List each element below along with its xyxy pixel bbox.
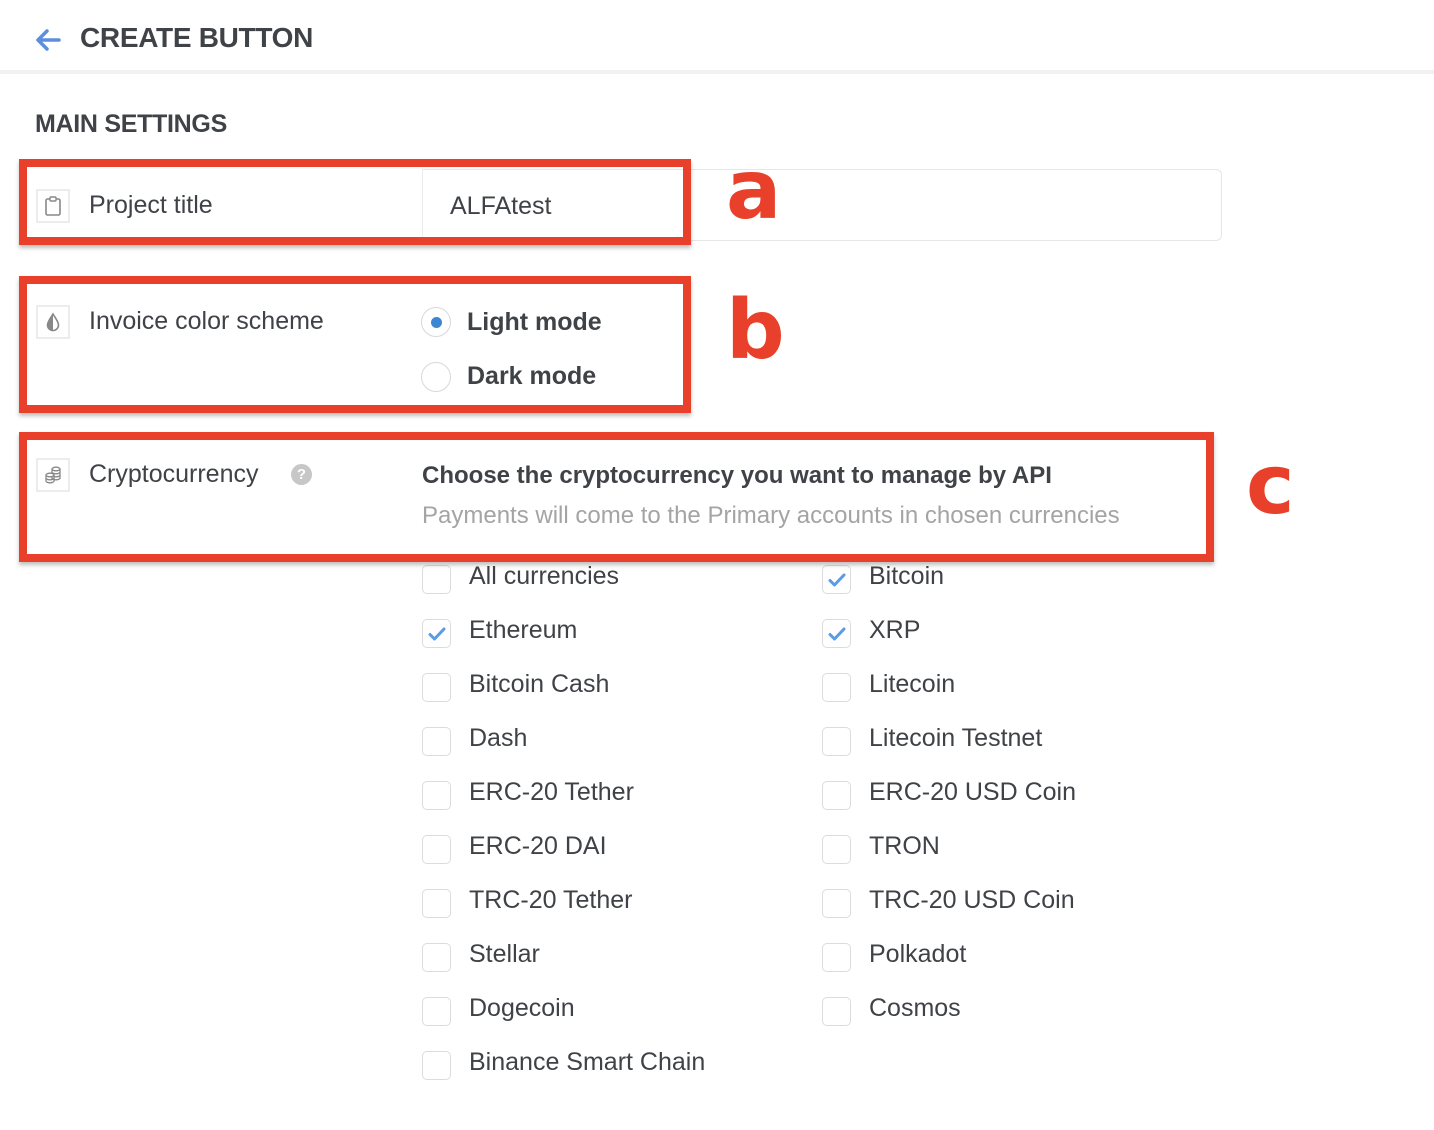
- currency-checkbox[interactable]: [422, 619, 451, 648]
- currency-checkbox[interactable]: [422, 781, 451, 810]
- crypto-heading: Choose the cryptocurrency you want to ma…: [422, 462, 1052, 489]
- currency-label[interactable]: Binance Smart Chain: [469, 1048, 705, 1077]
- currency-checkbox[interactable]: [822, 781, 851, 810]
- annotation-label-a: a: [726, 143, 782, 238]
- checkmark-icon: [828, 627, 846, 641]
- currency-label[interactable]: Stellar: [469, 940, 540, 969]
- page-header: CREATE BUTTON: [0, 0, 1434, 74]
- currency-label[interactable]: Bitcoin: [869, 562, 944, 591]
- color-scheme-label: Invoice color scheme: [89, 307, 324, 335]
- clipboard-icon: [36, 189, 70, 223]
- currency-label[interactable]: XRP: [869, 616, 920, 645]
- section-title: MAIN SETTINGS: [35, 110, 227, 138]
- currency-checkbox[interactable]: [422, 943, 451, 972]
- currency-checkbox[interactable]: [822, 565, 851, 594]
- currency-checkbox[interactable]: [422, 565, 451, 594]
- currency-checkbox[interactable]: [822, 835, 851, 864]
- coins-stack-icon: [36, 458, 70, 492]
- currency-checkbox[interactable]: [822, 997, 851, 1026]
- dark-mode-radio[interactable]: [421, 362, 451, 392]
- contrast-drop-icon: [36, 305, 70, 339]
- checkmark-icon: [828, 573, 846, 587]
- currency-checkbox[interactable]: [822, 673, 851, 702]
- annotation-box-c: [19, 432, 1214, 562]
- currency-label[interactable]: Dogecoin: [469, 994, 575, 1023]
- question-circle-icon[interactable]: ?: [291, 464, 312, 485]
- currency-checkbox[interactable]: [422, 889, 451, 918]
- currency-checkbox[interactable]: [422, 1051, 451, 1080]
- currency-checkbox[interactable]: [822, 889, 851, 918]
- project-title-input[interactable]: [450, 188, 1190, 224]
- currency-checkbox[interactable]: [422, 997, 451, 1026]
- currency-label[interactable]: ERC-20 DAI: [469, 832, 607, 861]
- crypto-subheading: Payments will come to the Primary accoun…: [422, 502, 1120, 529]
- currency-label[interactable]: TRC-20 USD Coin: [869, 886, 1075, 915]
- annotation-label-b: b: [726, 283, 785, 378]
- light-mode-label[interactable]: Light mode: [467, 308, 602, 337]
- page-title: CREATE BUTTON: [80, 22, 314, 53]
- currency-checkbox[interactable]: [822, 943, 851, 972]
- currency-label[interactable]: Ethereum: [469, 616, 577, 645]
- annotation-box-b: [19, 276, 691, 413]
- currency-label[interactable]: Bitcoin Cash: [469, 670, 609, 699]
- currency-label[interactable]: Litecoin Testnet: [869, 724, 1042, 753]
- arrow-left-icon: [36, 29, 61, 51]
- currency-checkbox[interactable]: [422, 673, 451, 702]
- currency-label[interactable]: Polkadot: [869, 940, 966, 969]
- checkmark-icon: [428, 627, 446, 641]
- cryptocurrency-label: Cryptocurrency: [89, 460, 259, 488]
- currency-label[interactable]: TRC-20 Tether: [469, 886, 633, 915]
- currency-checkbox[interactable]: [822, 727, 851, 756]
- currency-label[interactable]: ERC-20 Tether: [469, 778, 634, 807]
- currency-checkbox[interactable]: [422, 727, 451, 756]
- annotation-label-c: c: [1246, 438, 1295, 533]
- light-mode-radio[interactable]: [421, 307, 451, 337]
- currency-label[interactable]: Dash: [469, 724, 527, 753]
- currency-label[interactable]: Litecoin: [869, 670, 955, 699]
- back-button[interactable]: [32, 24, 64, 56]
- currency-checkbox[interactable]: [822, 619, 851, 648]
- dark-mode-label[interactable]: Dark mode: [467, 362, 596, 391]
- project-title-label: Project title: [89, 191, 213, 219]
- currency-checkbox[interactable]: [422, 835, 451, 864]
- currency-label[interactable]: ERC-20 USD Coin: [869, 778, 1076, 807]
- currency-label[interactable]: All currencies: [469, 562, 619, 591]
- currency-label[interactable]: TRON: [869, 832, 940, 861]
- currency-label[interactable]: Cosmos: [869, 994, 961, 1023]
